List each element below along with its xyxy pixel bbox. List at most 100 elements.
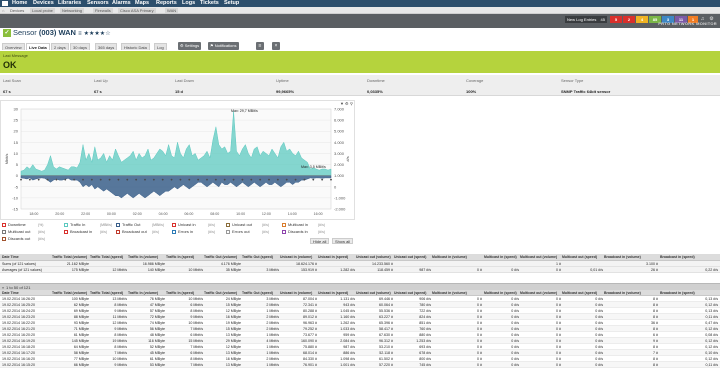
legend-item[interactable]: Traffic In (MBit/s) — [64, 222, 112, 228]
column-header[interactable]: Unicast out (volume) — [356, 291, 393, 295]
context-menu-icon[interactable]: ≡ — [256, 42, 264, 50]
tab-historic-data[interactable]: Historic Data — [121, 43, 150, 50]
tab-live-data[interactable]: Live Data — [26, 43, 50, 50]
status-warning-count[interactable]: 4 — [636, 16, 648, 23]
status-down-ack-count[interactable]: 2 — [623, 16, 635, 23]
new-log-entries-button[interactable]: New Log Entries 45 — [565, 16, 607, 23]
column-header[interactable]: Broadcast in (volume) — [604, 291, 658, 295]
tab-365-days[interactable]: 365 days — [95, 43, 118, 50]
breadcrumb-device[interactable]: Cisco ASA Primary — [118, 8, 156, 13]
legend-item[interactable]: Errors out (#/s) — [226, 229, 269, 235]
column-header[interactable]: Multicast out (speed) — [562, 255, 603, 259]
nav-alarms[interactable]: Alarms — [112, 0, 131, 7]
column-header[interactable]: Unicast in (speed) — [318, 291, 355, 295]
priority-stars[interactable]: ★★★★☆ — [84, 31, 111, 37]
breadcrumb-sensor[interactable]: WAN — [165, 8, 179, 13]
column-header[interactable]: Broadcast in (speed) — [660, 291, 718, 295]
live-data-chart[interactable]: 30 7.000 25 6.000 20 5.000 15 4.000 10 3.000 5 2.00… — [0, 100, 355, 220]
column-header[interactable]: Unicast in (volume) — [280, 291, 317, 295]
column-header[interactable]: Unicast out (volume) — [356, 255, 393, 259]
legend-checkbox-icon[interactable] — [282, 223, 286, 227]
column-header[interactable]: Broadcast in (volume) — [604, 255, 658, 259]
column-header[interactable]: Multicast in (speed) — [484, 291, 519, 295]
legend-checkbox-icon[interactable] — [172, 223, 176, 227]
breadcrumb-networking[interactable]: Networking — [60, 8, 85, 13]
status-down-count[interactable]: 5 — [610, 16, 622, 23]
column-header[interactable]: Unicast out (speed) — [394, 255, 431, 259]
nav-devices[interactable]: Devices — [33, 0, 54, 7]
legend-checkbox-icon[interactable] — [2, 223, 6, 227]
column-header[interactable]: Traffic In (speed) — [166, 255, 203, 259]
nav-logs[interactable]: Logs — [182, 0, 195, 7]
nav-libraries[interactable]: Libraries — [58, 0, 81, 7]
breadcrumb-devices[interactable]: Devices — [10, 8, 24, 13]
chart-settings-icon[interactable]: ⚙ — [345, 102, 349, 106]
legend-item[interactable]: Traffic Out (MBit/s) — [116, 222, 164, 228]
nav-setup[interactable]: Setup — [224, 0, 239, 7]
legend-checkbox-icon[interactable] — [172, 230, 176, 234]
show-all-button[interactable]: Show all — [332, 238, 354, 244]
column-header[interactable]: Traffic In (volume) — [128, 255, 165, 259]
legend-item[interactable]: Unicast in (#/s) — [172, 222, 215, 228]
nav-reports[interactable]: Reports — [156, 0, 177, 7]
legend-checkbox-icon[interactable] — [116, 223, 120, 227]
legend-item[interactable]: Broadcast in (#/s) — [64, 229, 107, 235]
legend-checkbox-icon[interactable] — [282, 230, 286, 234]
tab-log[interactable]: Log — [154, 43, 167, 50]
legend-checkbox-icon[interactable] — [116, 230, 120, 234]
tab-2-days[interactable]: 2 days — [51, 43, 69, 50]
nav-tickets[interactable]: Tickets — [200, 0, 219, 7]
legend-item[interactable]: Broadcast out (#/s) — [116, 229, 159, 235]
column-header[interactable]: Traffic In (volume) — [128, 291, 165, 295]
column-header[interactable]: Multicast out (volume) — [520, 291, 561, 295]
delete-icon[interactable]: × — [272, 42, 280, 50]
column-header[interactable]: Traffic Out (volume) — [204, 291, 241, 295]
column-header[interactable]: Multicast in (volume) — [432, 255, 482, 259]
column-header[interactable]: Traffic Out (volume) — [204, 255, 241, 259]
column-header[interactable]: Unicast in (volume) — [280, 255, 317, 259]
column-header[interactable]: Traffic Out (speed) — [242, 291, 279, 295]
home-crumb-icon[interactable]: ⌂ — [2, 8, 4, 13]
legend-item[interactable]: Errors in (#/s) — [172, 229, 215, 235]
column-header[interactable]: Traffic Total (speed) — [90, 255, 127, 259]
nav-sensors[interactable]: Sensors — [87, 0, 109, 7]
sensor-menu-icon[interactable]: ≡ — [78, 31, 82, 37]
column-header[interactable]: Multicast in (speed) — [484, 255, 519, 259]
legend-item[interactable]: Discards out (#/s) — [2, 236, 45, 242]
column-header[interactable]: Multicast in (volume) — [432, 291, 482, 295]
breadcrumb-firewalls[interactable]: Firewalls — [93, 8, 113, 13]
column-header[interactable]: Date Time — [2, 255, 50, 259]
column-header[interactable]: Traffic In (speed) — [166, 291, 203, 295]
hide-all-button[interactable]: Hide all — [310, 238, 330, 244]
column-header[interactable]: Traffic Total (speed) — [90, 291, 127, 295]
breadcrumb-local-probe[interactable]: Local probe — [30, 8, 55, 13]
column-header[interactable]: Broadcast in (speed) — [660, 255, 718, 259]
legend-checkbox-icon[interactable] — [64, 223, 68, 227]
download-icon[interactable]: ▼ — [340, 102, 344, 106]
legend-checkbox-icon[interactable] — [2, 237, 6, 241]
legend-checkbox-icon[interactable] — [226, 223, 230, 227]
tab-overview[interactable]: Overview — [2, 43, 25, 50]
zoom-icon[interactable]: ⚲ — [350, 102, 354, 106]
column-header[interactable]: Unicast in (speed) — [318, 255, 355, 259]
column-header[interactable]: Unicast out (speed) — [394, 291, 431, 295]
column-header[interactable]: Traffic Total (volume) — [52, 255, 89, 259]
column-header[interactable]: Traffic Total (volume) — [52, 291, 89, 295]
settings-button[interactable]: ⚙ Settings — [178, 42, 202, 50]
legend-checkbox-icon[interactable] — [226, 230, 230, 234]
prtg-logo-icon[interactable] — [2, 1, 8, 6]
legend-checkbox-icon[interactable] — [64, 230, 68, 234]
legend-checkbox-icon[interactable] — [2, 230, 6, 234]
legend-item[interactable]: Unicast out (#/s) — [226, 222, 269, 228]
notifications-button[interactable]: ⚑ Notifications — [208, 42, 239, 50]
column-header[interactable]: Multicast out (volume) — [520, 255, 561, 259]
tab-30-days[interactable]: 30 days — [70, 43, 91, 50]
nav-maps[interactable]: Maps — [135, 0, 149, 7]
column-header[interactable]: Date Time — [2, 291, 50, 295]
legend-item[interactable]: Multicast out (#/s) — [2, 229, 45, 235]
legend-item[interactable]: Downtime (%) — [2, 222, 43, 228]
legend-item[interactable]: Multicast in (#/s) — [282, 222, 325, 228]
column-header[interactable]: Traffic Out (speed) — [242, 255, 279, 259]
nav-home[interactable]: Home — [12, 0, 27, 7]
legend-item[interactable]: Discards in (#/s) — [282, 229, 325, 235]
